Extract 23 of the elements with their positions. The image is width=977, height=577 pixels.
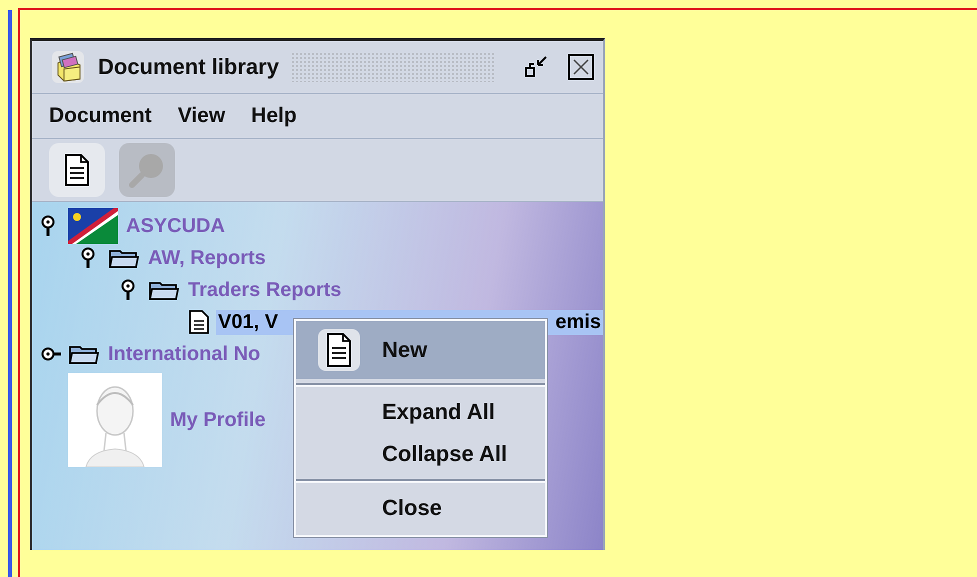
- new-document-button[interactable]: [49, 143, 105, 197]
- tree-item[interactable]: My Profile: [168, 408, 268, 432]
- close-icon[interactable]: [567, 53, 595, 81]
- context-menu-item[interactable]: Expand All: [296, 391, 545, 433]
- flag-icon: [68, 208, 118, 244]
- menu-item[interactable]: Help: [251, 104, 297, 128]
- card-file-icon: [50, 49, 86, 85]
- folder-icon: [68, 343, 100, 365]
- tree-item[interactable]: AW, Reports: [146, 246, 268, 270]
- document-icon: [317, 328, 361, 372]
- tree-item[interactable]: International No: [106, 342, 262, 366]
- tree-item[interactable]: ASYCUDA: [124, 214, 227, 238]
- context-menu-item[interactable]: Collapse All: [296, 433, 545, 475]
- window-title: Document library: [98, 54, 279, 80]
- document-icon: [188, 309, 210, 335]
- context-menu-item[interactable]: New: [296, 321, 545, 379]
- folder-icon: [148, 279, 180, 301]
- tree-item[interactable]: Traders Reports: [186, 278, 344, 302]
- context-menu-item[interactable]: Close: [296, 487, 545, 529]
- folder-icon: [108, 247, 140, 269]
- menu-item[interactable]: View: [178, 104, 226, 128]
- document-icon: [64, 153, 90, 187]
- menu-item[interactable]: Document: [49, 104, 152, 128]
